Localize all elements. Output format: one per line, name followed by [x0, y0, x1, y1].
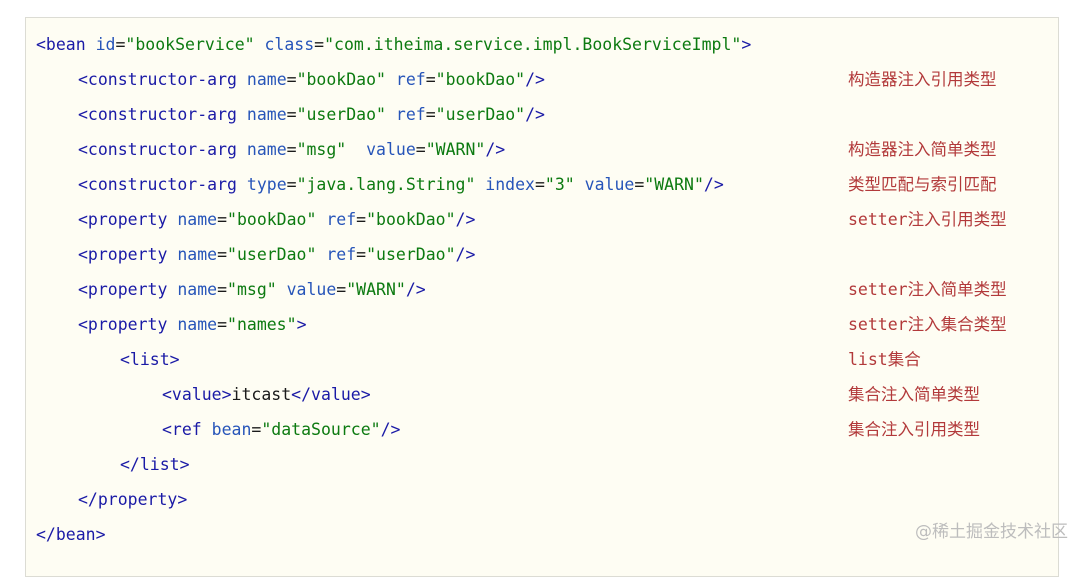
code-line: <property name="msg" value="WARN"/> [36, 275, 426, 305]
code-line: <constructor-arg name="bookDao" ref="boo… [36, 65, 545, 95]
code-line: <list> [36, 345, 180, 375]
watermark: @稀土掘金技术社区 [915, 517, 1068, 542]
annotation: 集合注入简单类型 [848, 380, 980, 410]
annotation: setter注入简单类型 [848, 275, 1007, 305]
annotation: setter注入集合类型 [848, 310, 1007, 340]
annotation: 构造器注入引用类型 [848, 65, 997, 95]
code-line: </bean> [36, 520, 106, 550]
annotation: setter注入引用类型 [848, 205, 1007, 235]
code-line: <constructor-arg type="java.lang.String"… [36, 170, 724, 200]
code-line: <bean id="bookService" class="com.itheim… [36, 30, 751, 60]
annotation: 构造器注入简单类型 [848, 135, 997, 165]
code-line: </list> [36, 450, 190, 480]
code-line: <value>itcast</value> [36, 380, 371, 410]
code-line: <constructor-arg name="userDao" ref="use… [36, 100, 545, 130]
code-line: <property name="bookDao" ref="bookDao"/> [36, 205, 475, 235]
annotation: list集合 [848, 345, 921, 375]
code-line: <property name="names"> [36, 310, 307, 340]
code-block: <bean id="bookService" class="com.itheim… [25, 17, 1059, 577]
code-line: </property> [36, 485, 187, 515]
annotation: 类型匹配与索引匹配 [848, 170, 997, 200]
code-line: <constructor-arg name="msg" value="WARN"… [36, 135, 505, 165]
code-line: <property name="userDao" ref="userDao"/> [36, 240, 475, 270]
annotation: 集合注入引用类型 [848, 415, 980, 445]
code-line: <ref bean="dataSource"/> [36, 415, 400, 445]
